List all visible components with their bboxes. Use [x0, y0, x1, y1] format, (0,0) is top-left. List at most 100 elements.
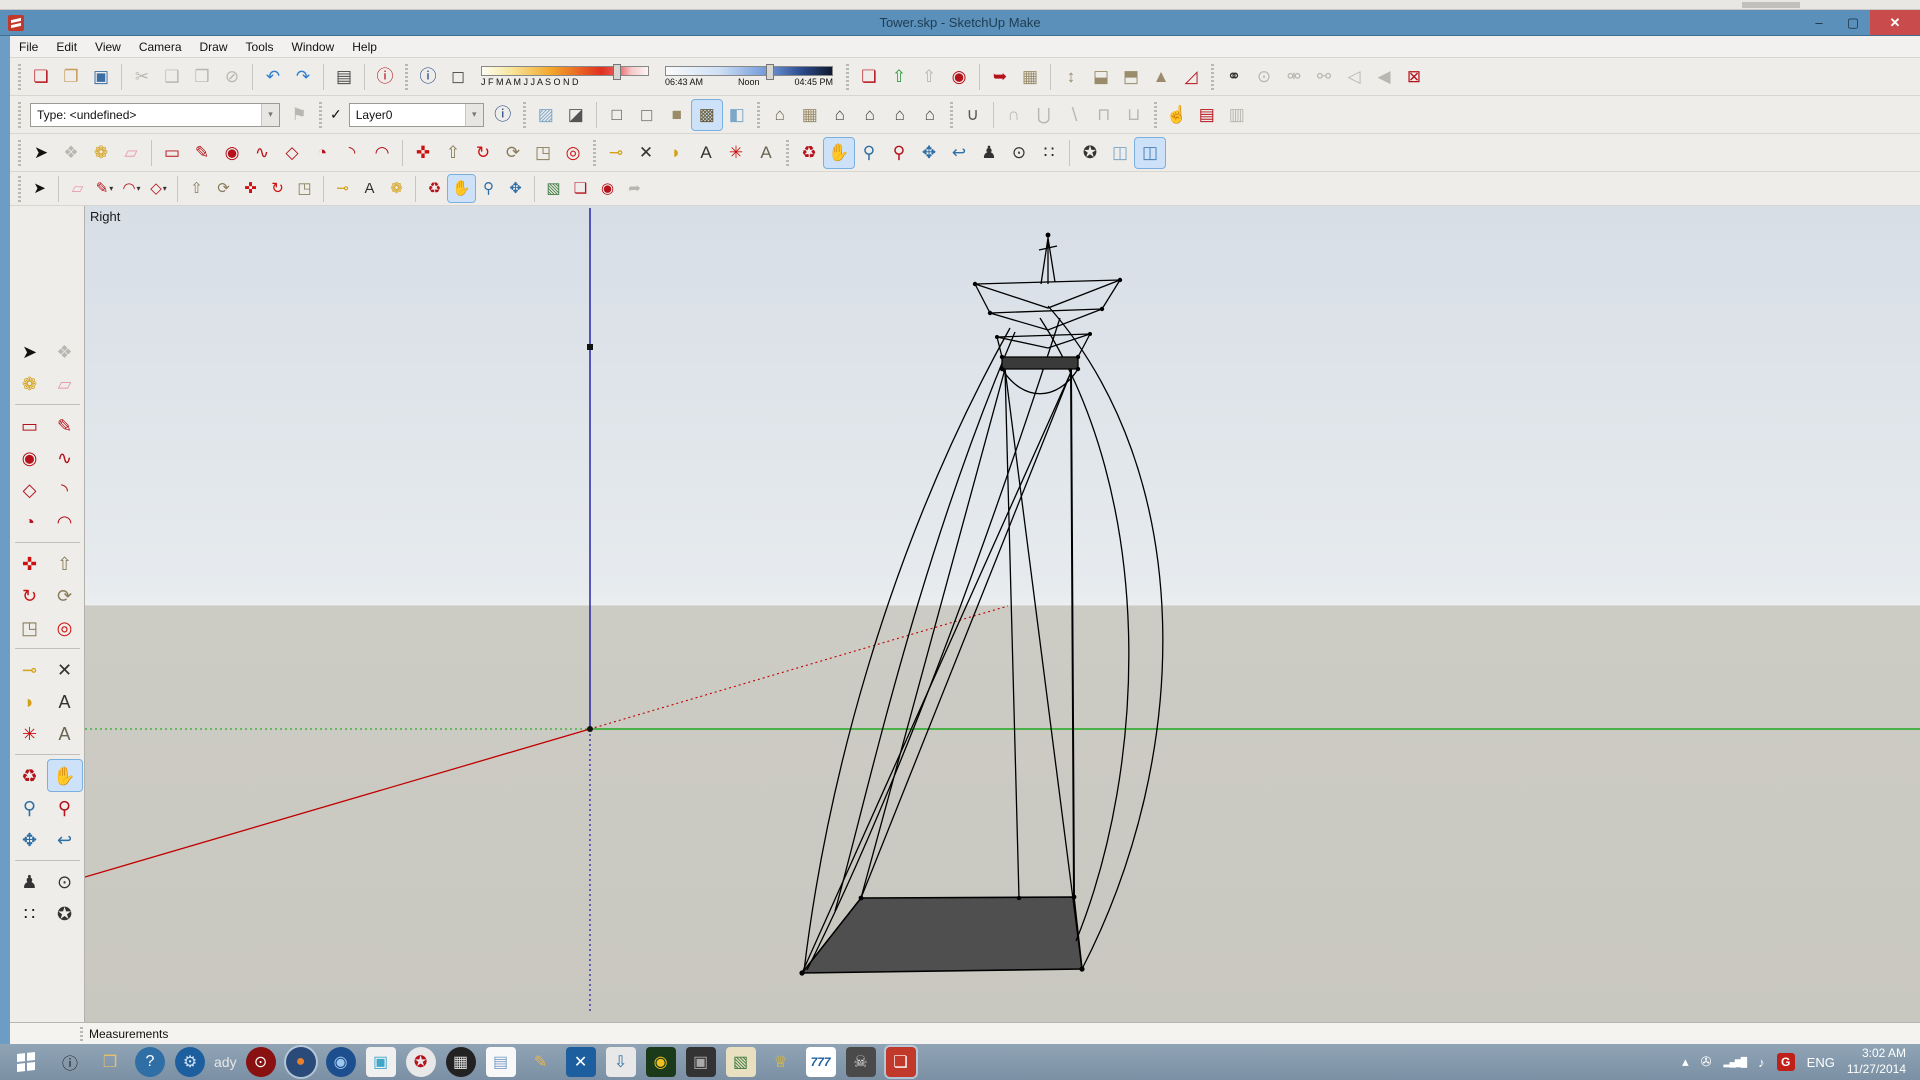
- circle-tool-button[interactable]: ◉: [217, 138, 247, 168]
- menu-item[interactable]: Window: [283, 36, 344, 58]
- display-section-planes-button[interactable]: ◫: [1105, 138, 1135, 168]
- pal-look-around[interactable]: ⊙: [48, 866, 82, 897]
- menu-item[interactable]: Edit: [47, 36, 86, 58]
- time-slider-thumb[interactable]: [766, 64, 774, 80]
- chevron-down-icon[interactable]: ▾: [465, 104, 483, 126]
- pal-arc-tool[interactable]: ◠: [48, 506, 82, 537]
- create-camera-button[interactable]: ⚭: [1219, 62, 1249, 92]
- pal-eraser-tool[interactable]: ▱: [48, 368, 82, 399]
- start-button[interactable]: [6, 1047, 46, 1077]
- pal-polygon-tool[interactable]: ◇: [13, 474, 47, 505]
- dropdown-caret-icon[interactable]: ▾: [137, 184, 141, 193]
- skull-app[interactable]: ☠: [846, 1047, 876, 1077]
- pal-zoom-tool[interactable]: ⚲: [13, 792, 47, 823]
- scale-tool-button[interactable]: ◳: [528, 138, 558, 168]
- pal-arc-2point-tool[interactable]: ◝: [48, 474, 82, 505]
- get-models-button-2[interactable]: ❏: [567, 175, 594, 202]
- offset-tool-button[interactable]: ◎: [558, 138, 588, 168]
- menu-item[interactable]: View: [86, 36, 130, 58]
- zoom-previous-button[interactable]: ↩: [944, 138, 974, 168]
- layer-combobox[interactable]: Layer0 ▾: [349, 103, 484, 127]
- pal-solar-north[interactable]: ✪: [48, 898, 82, 929]
- download-manager-app[interactable]: ⇩: [606, 1047, 636, 1077]
- follow-me-tool-button-2[interactable]: ⟳: [210, 175, 237, 202]
- media-app[interactable]: ◉: [646, 1047, 676, 1077]
- shaded-textures-style-button[interactable]: ▩: [692, 100, 722, 130]
- xray-style-button[interactable]: ▨: [531, 100, 561, 130]
- pal-pie-tool[interactable]: ◔: [13, 506, 47, 537]
- shadow-settings-button[interactable]: ⓘ: [413, 62, 443, 92]
- view-top-button[interactable]: ▦: [795, 100, 825, 130]
- move-tool-button[interactable]: ✜: [408, 138, 438, 168]
- tape-measure-button[interactable]: ⊸: [601, 138, 631, 168]
- pan-tool-button-2[interactable]: ✋: [448, 175, 475, 202]
- pal-protractor-tool[interactable]: ◗: [13, 686, 47, 717]
- dropdown-caret-icon[interactable]: ▾: [109, 184, 113, 193]
- solar-north-button[interactable]: ✪: [1075, 138, 1105, 168]
- zoom-extents-button[interactable]: ✥: [914, 138, 944, 168]
- sketchup-app[interactable]: ❏: [886, 1047, 916, 1077]
- look-around-button[interactable]: ⊙: [1004, 138, 1034, 168]
- paint-bucket-button-2[interactable]: ❁: [383, 175, 410, 202]
- view-left-button[interactable]: ⌂: [915, 100, 945, 130]
- select-tool-button-2[interactable]: ➤: [26, 175, 53, 202]
- view-iso-button[interactable]: ⌂: [765, 100, 795, 130]
- date-slider-thumb[interactable]: [613, 64, 621, 80]
- photos-app[interactable]: ▣: [366, 1047, 396, 1077]
- toolbar-grip[interactable]: [319, 102, 322, 128]
- pal-tape-measure[interactable]: ⊸: [13, 654, 47, 685]
- pal-scale-tool[interactable]: ◳: [13, 612, 47, 643]
- tape-measure-button-2[interactable]: ⊸: [329, 175, 356, 202]
- taskbar-clock[interactable]: 3:02 AM 11/27/2014: [1847, 1046, 1906, 1077]
- dropdown-caret-icon[interactable]: ▾: [163, 184, 167, 193]
- wireframe-style-button[interactable]: □: [602, 100, 632, 130]
- freehand-tool-button[interactable]: ∿: [247, 138, 277, 168]
- scale-tool-button-2[interactable]: ◳: [291, 175, 318, 202]
- arc-tool-button[interactable]: ◠: [367, 138, 397, 168]
- dimension-tool-button[interactable]: ✕: [631, 138, 661, 168]
- system-info-app[interactable]: ⓘ: [55, 1047, 85, 1077]
- usb-device-icon[interactable]: ✇: [1701, 1054, 1712, 1070]
- share-model-button-2[interactable]: ◉: [594, 175, 621, 202]
- sandbox-from-scratch-button[interactable]: ▦: [1015, 62, 1045, 92]
- text-tool-button-2[interactable]: A: [356, 175, 383, 202]
- menu-item[interactable]: File: [10, 36, 47, 58]
- settings-app[interactable]: ⚙: [175, 1047, 205, 1077]
- menu-item[interactable]: Help: [343, 36, 386, 58]
- paint-bucket-button[interactable]: ❁: [86, 138, 116, 168]
- antivirus-shield-icon[interactable]: G: [1777, 1053, 1795, 1071]
- redo-button[interactable]: ↷: [288, 62, 318, 92]
- orbit-tool-button-2[interactable]: ♻: [421, 175, 448, 202]
- triple-seven-app[interactable]: 777: [806, 1047, 836, 1077]
- pal-position-camera[interactable]: ♟: [13, 866, 47, 897]
- move-tool-button-2[interactable]: ✜: [237, 175, 264, 202]
- display-section-cuts-button[interactable]: ◫: [1135, 138, 1165, 168]
- volume-icon[interactable]: ♪: [1758, 1055, 1765, 1070]
- wings-app[interactable]: ♕: [766, 1047, 796, 1077]
- menu-item[interactable]: Camera: [130, 36, 191, 58]
- back-edges-style-button[interactable]: ◪: [561, 100, 591, 130]
- smoove-button[interactable]: ↕: [1056, 62, 1086, 92]
- save-model-button[interactable]: ▣: [86, 62, 116, 92]
- zoom-tool-button-2[interactable]: ⚲: [475, 175, 502, 202]
- pal-orbit-tool[interactable]: ♻: [13, 760, 47, 791]
- share-model-button[interactable]: ⇧: [884, 62, 914, 92]
- camera-app[interactable]: ▣: [686, 1047, 716, 1077]
- eraser-tool-button[interactable]: ▱: [116, 138, 146, 168]
- zoom-window-button[interactable]: ⚲: [884, 138, 914, 168]
- rotate-tool-button[interactable]: ↻: [468, 138, 498, 168]
- stamp-button[interactable]: ⬓: [1086, 62, 1116, 92]
- pal-zoom-previous[interactable]: ↩: [48, 824, 82, 855]
- menu-item[interactable]: Tools: [237, 36, 283, 58]
- rectangle-tool-button[interactable]: ▭: [157, 138, 187, 168]
- view-right-button[interactable]: ⌂: [855, 100, 885, 130]
- model-info-button[interactable]: ⓘ: [370, 62, 400, 92]
- pan-tool-button[interactable]: ✋: [824, 138, 854, 168]
- hidden-line-style-button[interactable]: ◻: [632, 100, 662, 130]
- pal-axes-tool[interactable]: ✳: [13, 718, 47, 749]
- eraser-tool-button-2[interactable]: ▱: [64, 175, 91, 202]
- view-back-button[interactable]: ⌂: [885, 100, 915, 130]
- polygon-tool-button[interactable]: ◇: [277, 138, 307, 168]
- shadow-date-slider[interactable]: J F M A M J J A S O N D: [481, 66, 649, 87]
- push-pull-tool-button[interactable]: ⇧: [438, 138, 468, 168]
